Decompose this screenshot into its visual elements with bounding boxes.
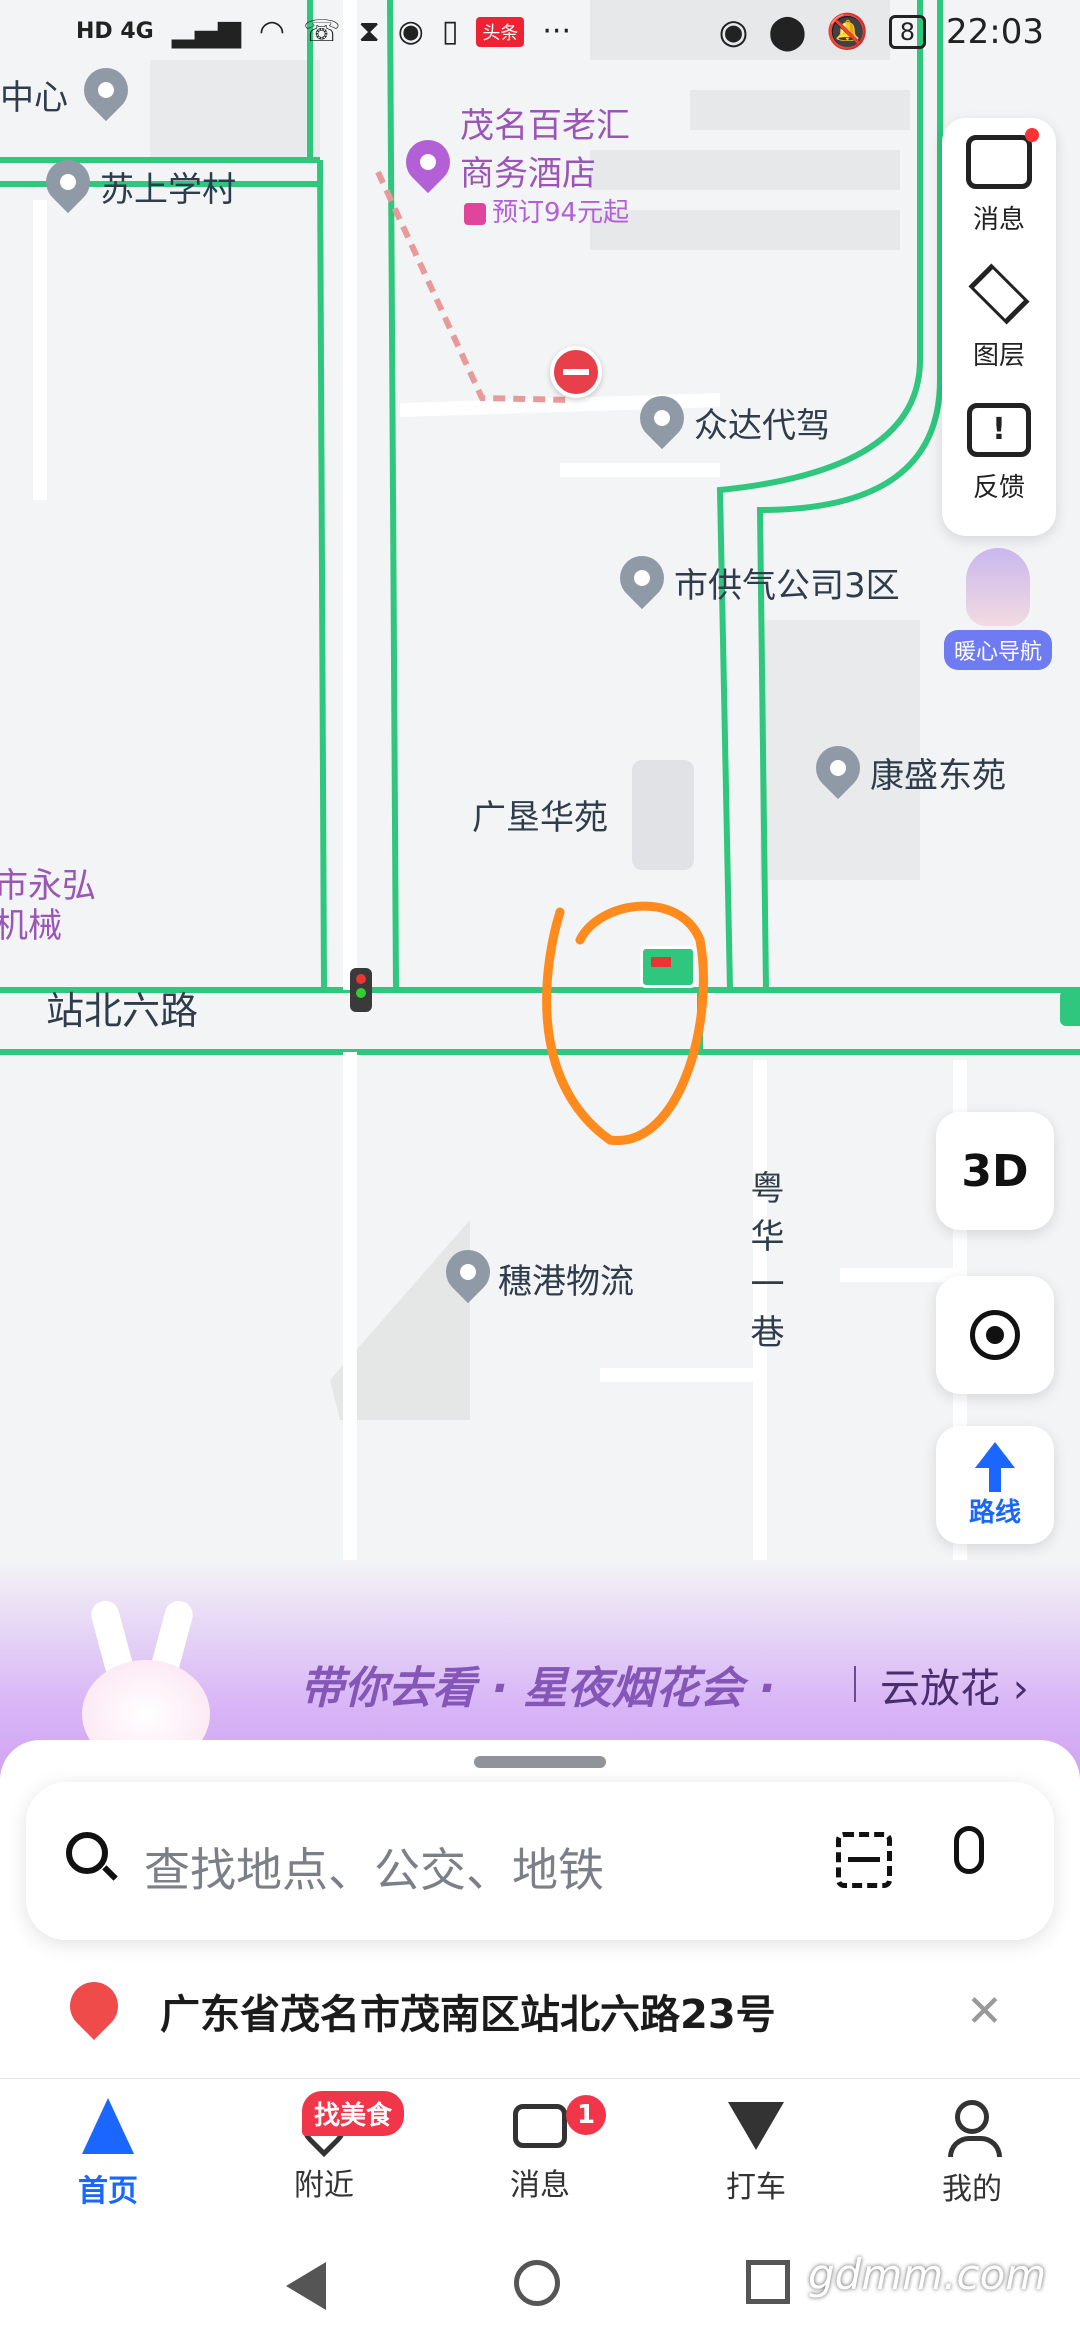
tab-mine-label: 我的	[942, 2172, 1002, 2207]
missed-call-icon: ☏	[303, 14, 341, 49]
search-bar[interactable]: 查找地点、公交、地铁	[26, 1782, 1054, 1940]
tab-nearby-label: 附近	[294, 2168, 354, 2203]
more-icon: ···	[542, 14, 571, 49]
avatar	[966, 548, 1030, 626]
messages-button[interactable]: 消息	[942, 118, 1056, 252]
road-label: 站北六路	[46, 989, 199, 1033]
sheet-drag-handle[interactable]	[474, 1756, 606, 1768]
hourglass-icon: ⧗	[358, 14, 380, 49]
route-label: 路线	[968, 1497, 1021, 1528]
tab-mine[interactable]: 我的	[864, 2079, 1080, 2229]
tab-home[interactable]: 首页	[0, 2079, 216, 2229]
tab-messages[interactable]: 消息 1	[432, 2079, 648, 2229]
signal-icon: ▂▄▆	[171, 14, 241, 49]
map-tools-panel: 消息 图层 ! 反馈	[942, 118, 1056, 536]
clock-time: 22:03	[946, 12, 1044, 52]
hotel-name-line2[interactable]: 商务酒店	[460, 146, 596, 195]
microphone-icon[interactable]	[954, 1826, 984, 1874]
phone-icon: ▯	[441, 14, 459, 49]
bottom-tab-bar: 首页 附近 找美食 消息 1 打车 我的	[0, 2078, 1080, 2229]
recents-icon[interactable]	[746, 2260, 790, 2304]
taxi-arrow-icon	[728, 2102, 784, 2150]
user-profile-icon	[948, 2100, 1002, 2157]
layers-label: 图层	[972, 340, 1025, 371]
map-label-gas[interactable]: 市供气公司3区	[674, 558, 900, 607]
map-label-village[interactable]: 苏上学村	[100, 162, 236, 211]
user-icon: ◉	[397, 14, 424, 49]
network-indicator: HD 4G	[76, 19, 154, 44]
navigation-arrow-icon	[82, 2098, 134, 2154]
route-button[interactable]: 路线	[936, 1426, 1054, 1544]
tab-messages-label: 消息	[510, 2168, 570, 2203]
mute-icon: 🔕	[826, 12, 869, 52]
layers-button[interactable]: 图层	[942, 252, 1056, 386]
promo-link[interactable]: 云放花 ›	[880, 1656, 1029, 1714]
tab-home-label: 首页	[78, 2174, 138, 2209]
route-arrow-icon	[975, 1441, 1015, 1468]
location-icon: ⬤	[768, 12, 807, 52]
back-icon[interactable]	[286, 2262, 326, 2310]
status-right: ◉ ⬤ 🔕 8 22:03	[719, 12, 1044, 52]
road-label-vertical: 粤华一巷	[744, 1170, 784, 1362]
hotel-price-text: 预订94元起	[492, 198, 630, 228]
watermark-logo: gdmm.com	[808, 2250, 1047, 2299]
news-badge: 头条	[476, 16, 525, 47]
status-bar: HD 4G ▂▄▆ ◠ ☏ ⧗ ◉ ▯ 头条 ··· ◉ ⬤ 🔕 8 22:03	[0, 0, 1080, 72]
message-icon	[966, 127, 1039, 189]
locate-button[interactable]	[936, 1276, 1054, 1394]
search-icon	[66, 1832, 118, 1881]
map-canvas[interactable]: 中心 苏上学村 茂名百老汇 商务酒店 预订94元起 众达代驾 市供气公司3区 康…	[0, 0, 1080, 1800]
hotel-price-tag[interactable]: 预订94元起	[464, 192, 629, 229]
home-icon[interactable]	[514, 2260, 560, 2306]
promo-text[interactable]: 带你去看 · 星夜烟花会 ·	[300, 1652, 775, 1716]
guide-badge: 暖心导航	[944, 630, 1053, 670]
battery-level: 8	[888, 15, 927, 49]
map-label-suigang[interactable]: 穗港物流	[498, 1254, 634, 1303]
close-icon[interactable]: ✕	[966, 1986, 1003, 2037]
map-label-zhongda[interactable]: 众达代驾	[694, 398, 830, 447]
scan-icon[interactable]	[836, 1832, 892, 1888]
feedback-button[interactable]: ! 反馈	[942, 386, 1056, 520]
bus-stop-icon[interactable]	[640, 946, 696, 988]
eye-icon: ◉	[718, 12, 749, 52]
current-address[interactable]: 广东省茂名市茂南区站北六路23号	[160, 1982, 776, 2040]
tab-taxi-label: 打车	[726, 2170, 786, 2205]
3d-toggle-button[interactable]: 3D	[936, 1112, 1054, 1230]
layers-icon	[968, 262, 1030, 325]
feedback-label: 反馈	[972, 472, 1025, 503]
traffic-light-icon	[350, 968, 372, 1012]
map-label-yonghong2[interactable]: 机械	[0, 898, 62, 947]
crosshair-icon	[970, 1310, 1020, 1360]
tab-nearby[interactable]: 附近 找美食	[216, 2079, 432, 2229]
guide-avatar[interactable]: 暖心导航	[944, 548, 1053, 670]
3d-label: 3D	[961, 1145, 1029, 1197]
messages-count-badge: 1	[566, 2095, 606, 2135]
ticket-icon	[464, 202, 486, 225]
system-nav-bar: gdmm.com	[0, 2228, 1080, 2340]
map-roads	[0, 0, 1080, 1800]
wifi-icon: ◠	[258, 14, 286, 49]
map-label-center[interactable]: 中心	[0, 70, 68, 119]
feedback-icon: !	[967, 402, 1031, 457]
tab-taxi[interactable]: 打车	[648, 2079, 864, 2229]
messages-label: 消息	[972, 204, 1025, 235]
no-entry-icon	[550, 346, 602, 398]
map-label-guangken[interactable]: 广垦华苑	[472, 790, 608, 839]
nearby-badge: 找美食	[302, 2091, 405, 2136]
hotel-name-line1[interactable]: 茂名百老汇	[460, 98, 630, 147]
search-input[interactable]: 查找地点、公交、地铁	[144, 1834, 604, 1900]
promo-divider	[854, 1666, 856, 1702]
status-left: HD 4G ▂▄▆ ◠ ☏ ⧗ ◉ ▯ 头条 ···	[76, 14, 571, 49]
map-label-kangsheng[interactable]: 康盛东苑	[870, 748, 1006, 797]
bus-stop-icon[interactable]	[1060, 990, 1080, 1026]
chat-icon	[513, 2104, 567, 2148]
